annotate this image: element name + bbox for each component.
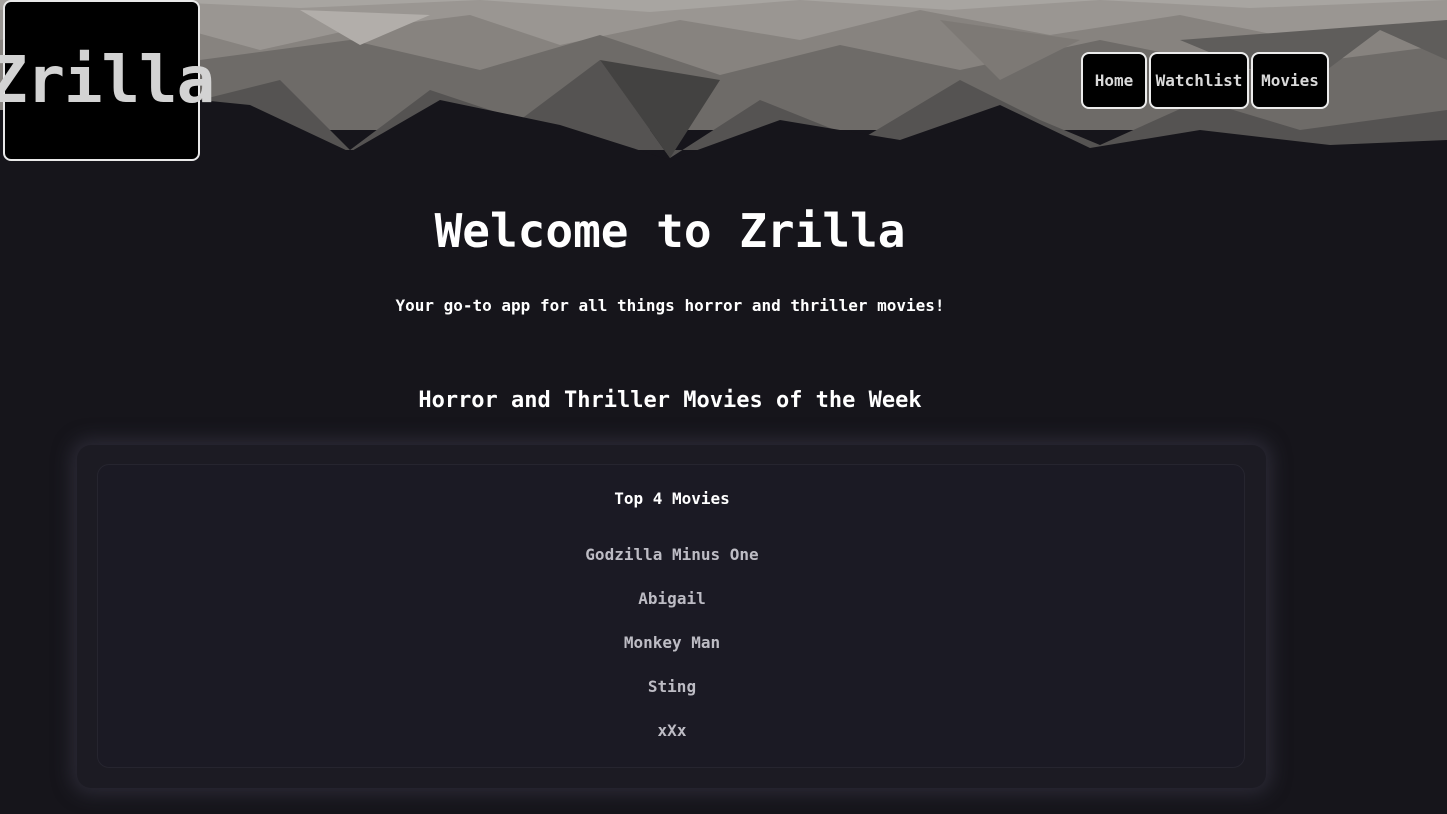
logo-text: Zrilla [0, 43, 215, 118]
movie-list-item[interactable]: Monkey Man [98, 631, 1246, 675]
nav-movies-button[interactable]: Movies [1251, 52, 1329, 109]
movie-list-item[interactable]: xXx [98, 719, 1246, 763]
top-nav: Home Watchlist Movies [1081, 52, 1329, 109]
top-movies-card: Top 4 Movies Godzilla Minus One Abigail … [97, 464, 1245, 768]
movie-list: Godzilla Minus One Abigail Monkey Man St… [98, 543, 1246, 763]
page-subtitle: Your go-to app for all things horror and… [395, 296, 945, 315]
logo[interactable]: Zrilla [0, 0, 215, 161]
page-title: Welcome to Zrilla [434, 204, 906, 258]
movie-list-item[interactable]: Godzilla Minus One [98, 543, 1246, 587]
movie-list-item[interactable]: Abigail [98, 587, 1246, 631]
page: Zrilla Home Watchlist Movies Welcome to … [0, 0, 1447, 814]
top-movies-title: Top 4 Movies [614, 489, 730, 508]
nav-watchlist-button[interactable]: Watchlist [1149, 52, 1249, 109]
section-title: Horror and Thriller Movies of the Week [418, 388, 922, 413]
movie-list-item[interactable]: Sting [98, 675, 1246, 719]
nav-home-button[interactable]: Home [1081, 52, 1147, 109]
movies-of-week-card: Top 4 Movies Godzilla Minus One Abigail … [77, 445, 1266, 788]
